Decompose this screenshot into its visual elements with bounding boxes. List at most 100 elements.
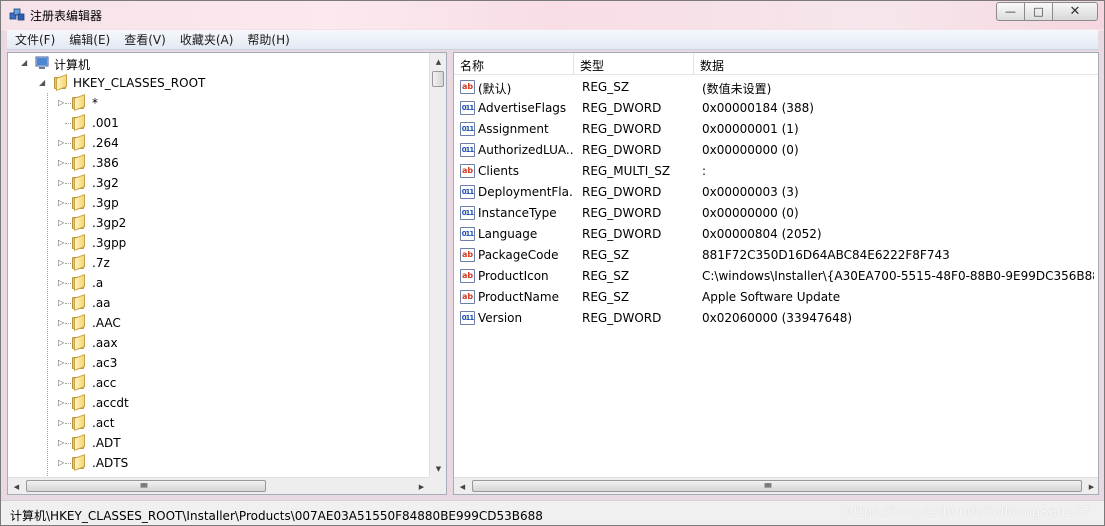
- window-controls: — □ ✕: [996, 2, 1098, 22]
- menu-help[interactable]: 帮助(H): [239, 31, 295, 48]
- tree-item-label: .386: [92, 156, 119, 170]
- tree-item[interactable]: ▷ .ADT: [8, 433, 428, 453]
- folder-icon: [71, 453, 87, 472]
- scroll-thumb[interactable]: [472, 480, 1082, 492]
- folder-open-icon: [53, 73, 69, 92]
- value-row[interactable]: 011 DeploymentFla... REG_DWORD 0x00000003 (…: [454, 182, 1098, 203]
- minimize-icon: —: [1005, 5, 1016, 18]
- tree-item[interactable]: ▷ .264: [8, 133, 428, 153]
- binary-value-icon: 011: [460, 143, 475, 157]
- folder-icon: [71, 393, 87, 412]
- tree-item[interactable]: ▷ .3gp2: [8, 213, 428, 233]
- menu-view[interactable]: 查看(V): [116, 31, 172, 48]
- tree-item-label: .ac3: [92, 356, 118, 370]
- title-bar[interactable]: 注册表编辑器 — □ ✕: [1, 1, 1104, 29]
- tree-item[interactable]: ▷ *: [8, 93, 428, 113]
- tree-item[interactable]: ▷ .aa: [8, 293, 428, 313]
- tree-horizontal-scrollbar[interactable]: ◀ ▮▮▮ ▶: [8, 477, 430, 494]
- value-type: REG_DWORD: [582, 227, 662, 241]
- tree-item[interactable]: ▷ .a: [8, 273, 428, 293]
- folder-icon: [71, 353, 87, 372]
- tree-item[interactable]: .001: [8, 113, 428, 133]
- scroll-down-arrow-icon[interactable]: ▼: [430, 460, 446, 477]
- tree-item-label: .aa: [92, 296, 111, 310]
- menu-edit[interactable]: 编辑(E): [61, 31, 116, 48]
- collapse-arrow-icon[interactable]: ◢: [21, 59, 29, 67]
- value-row[interactable]: ab Clients REG_MULTI_SZ:: [454, 161, 1098, 182]
- scroll-left-arrow-icon[interactable]: ◀: [454, 478, 471, 494]
- tree-item[interactable]: ▷ .act: [8, 413, 428, 433]
- scroll-left-arrow-icon[interactable]: ◀: [8, 478, 25, 494]
- value-row[interactable]: 011 AuthorizedLUA... REG_DWORD 0x00000000 (…: [454, 140, 1098, 161]
- tree-item[interactable]: ▷ .ADTS: [8, 453, 428, 473]
- folder-icon: [71, 313, 87, 332]
- tree-label-hkcr: HKEY_CLASSES_ROOT: [73, 76, 206, 90]
- tree-item[interactable]: ▷ .386: [8, 153, 428, 173]
- tree-vertical-scrollbar[interactable]: ▲ ▼: [429, 53, 446, 477]
- tree-item[interactable]: ▷ .AAC: [8, 313, 428, 333]
- value-data: :: [702, 164, 707, 178]
- computer-icon: [35, 56, 49, 69]
- menu-file[interactable]: 文件(F): [7, 31, 61, 48]
- scroll-right-arrow-icon[interactable]: ▶: [413, 478, 430, 494]
- column-header-name[interactable]: 名称: [454, 53, 574, 75]
- menu-bar: 文件(F) 编辑(E) 查看(V) 收藏夹(A) 帮助(H): [7, 30, 1098, 50]
- value-data: (数值未设置): [702, 82, 772, 96]
- minimize-button[interactable]: —: [996, 2, 1024, 21]
- value-name: Clients: [478, 164, 519, 178]
- value-row[interactable]: 011 Version REG_DWORD 0x02060000 (33947648): [454, 308, 1098, 329]
- column-header-data[interactable]: 数据: [694, 53, 1098, 75]
- value-row[interactable]: ab PackageCode REG_SZ 881F72C350D16D64ABC84…: [454, 245, 1098, 266]
- scroll-right-arrow-icon[interactable]: ▶: [1083, 478, 1098, 494]
- value-row[interactable]: 011 InstanceType REG_DWORD 0x00000000 (0): [454, 203, 1098, 224]
- value-type: REG_DWORD: [582, 185, 662, 199]
- folder-icon: [71, 253, 87, 272]
- value-row[interactable]: ab ProductIcon REG_SZ C:\windows\Installer\…: [454, 266, 1098, 287]
- close-button[interactable]: ✕: [1052, 2, 1098, 21]
- tree-item[interactable]: ▷ .7z: [8, 253, 428, 273]
- scroll-up-arrow-icon[interactable]: ▲: [430, 53, 446, 70]
- value-row[interactable]: ab ProductName REG_SZ Apple Software Update: [454, 287, 1098, 308]
- values-horizontal-scrollbar[interactable]: ◀ ▮▮▮ ▶: [454, 477, 1098, 494]
- collapse-arrow-icon[interactable]: ◢: [39, 79, 47, 87]
- folder-icon: [71, 433, 87, 452]
- maximize-button[interactable]: □: [1024, 2, 1052, 21]
- value-row[interactable]: ab (默认) REG_SZ (数值未设置): [454, 77, 1098, 98]
- tree-item[interactable]: ▷ .acc: [8, 373, 428, 393]
- value-row[interactable]: 011 AdvertiseFlags REG_DWORD 0x00000184 (38…: [454, 98, 1098, 119]
- value-type: REG_SZ: [582, 269, 630, 283]
- tree-pane[interactable]: ◢ 计算机 ◢ HKEY_CLASSES_ROOT ▷ * .001 ▷ .264 ▷ .3…: [7, 52, 447, 495]
- value-name: ProductIcon: [478, 269, 549, 283]
- scroll-thumb[interactable]: [432, 71, 444, 87]
- value-name: AdvertiseFlags: [478, 101, 567, 115]
- tree-item[interactable]: ▷ .3gp: [8, 193, 428, 213]
- folder-icon: [71, 213, 87, 232]
- tree-item[interactable]: ▷ .ac3: [8, 353, 428, 373]
- folder-icon: [71, 293, 87, 312]
- tree-item-label: .aax: [92, 336, 118, 350]
- tree-item-computer[interactable]: ◢ 计算机: [8, 53, 428, 73]
- value-row[interactable]: 011 Language REG_DWORD 0x00000804 (2052): [454, 224, 1098, 245]
- value-row[interactable]: 011 Assignment REG_DWORD 0x00000001 (1): [454, 119, 1098, 140]
- tree-item-hkcr[interactable]: ◢ HKEY_CLASSES_ROOT: [8, 73, 428, 93]
- value-type: REG_MULTI_SZ: [582, 164, 671, 178]
- tree-item[interactable]: ▷ .3g2: [8, 173, 428, 193]
- tree-item-label: .3gp: [92, 196, 119, 210]
- binary-value-icon: 011: [460, 206, 475, 220]
- menu-favorites[interactable]: 收藏夹(A): [172, 31, 240, 48]
- registry-editor-icon: [9, 8, 25, 21]
- value-type: REG_DWORD: [582, 122, 662, 136]
- maximize-icon: □: [1033, 5, 1044, 18]
- tree-item-label: .acc: [92, 376, 117, 390]
- tree-item[interactable]: ▷ .accdt: [8, 393, 428, 413]
- value-type: REG_SZ: [582, 80, 630, 94]
- close-icon: ✕: [1069, 4, 1081, 19]
- tree-label-computer: 计算机: [54, 58, 91, 72]
- tree-item[interactable]: ▷ .aax: [8, 333, 428, 353]
- values-pane[interactable]: 名称 类型 数据 ab (默认) REG_SZ (数值未设置) 011 Advertise…: [453, 52, 1099, 495]
- tree-item[interactable]: ▷ .3gpp: [8, 233, 428, 253]
- tree-item-label: .a: [92, 276, 104, 290]
- value-data: Apple Software Update: [702, 290, 841, 304]
- value-type: REG_DWORD: [582, 206, 662, 220]
- column-header-type[interactable]: 类型: [574, 53, 694, 75]
